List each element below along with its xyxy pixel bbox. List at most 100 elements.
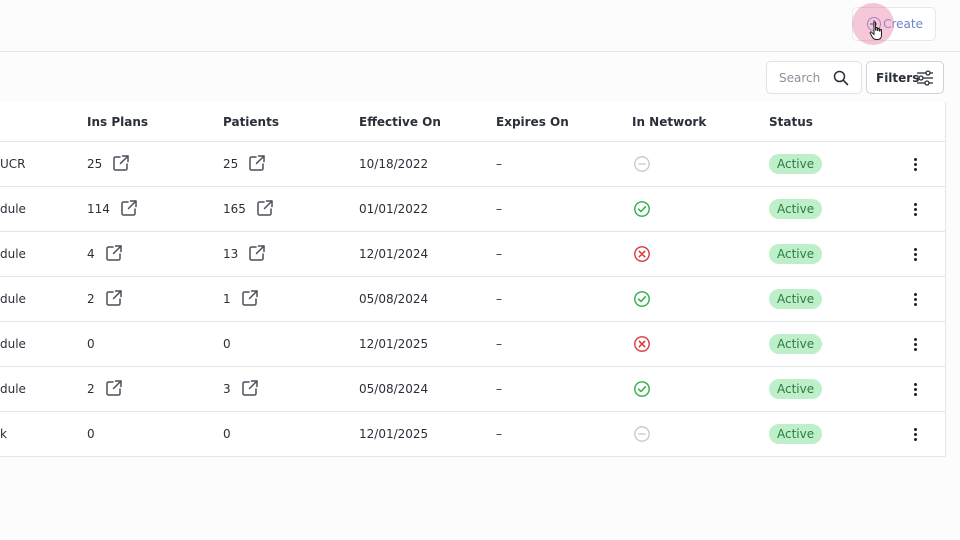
row-patients: 0: [223, 412, 231, 456]
row-actions[interactable]: [907, 412, 923, 456]
row-name: k: [0, 412, 7, 456]
col-patients[interactable]: Patients: [223, 102, 279, 141]
external-link-icon[interactable]: [105, 379, 123, 400]
row-name-text: UCR: [0, 157, 26, 171]
external-link-icon[interactable]: [112, 154, 130, 175]
status-badge: Active: [769, 244, 823, 264]
patients-count: 0: [223, 427, 231, 441]
ins-plans-count: 2: [87, 382, 95, 396]
row-ins-plans: 2: [87, 277, 123, 321]
row-name-text: dule: [0, 292, 26, 306]
more-vertical-icon[interactable]: [913, 337, 917, 351]
row-actions[interactable]: [907, 277, 923, 321]
more-vertical-icon[interactable]: [913, 247, 917, 261]
row-name-text: dule: [0, 337, 26, 351]
external-link-icon[interactable]: [248, 154, 266, 175]
row-name: dule: [0, 322, 26, 366]
row-status: Active: [769, 412, 823, 456]
col-ins-plans[interactable]: Ins Plans: [87, 102, 148, 141]
external-link-icon[interactable]: [241, 289, 259, 310]
more-vertical-icon[interactable]: [913, 382, 917, 396]
row-actions[interactable]: [907, 322, 923, 366]
row-status: Active: [769, 322, 823, 366]
status-badge: Active: [769, 199, 823, 219]
external-link-icon[interactable]: [120, 199, 138, 220]
row-expires-on: –: [496, 427, 502, 441]
row-actions[interactable]: [907, 367, 923, 411]
row-ins-plans: 114: [87, 187, 138, 231]
status-badge: Active: [769, 379, 823, 399]
col-effective-on[interactable]: Effective On: [359, 102, 441, 141]
row-expires-on: –: [496, 202, 502, 216]
row-ins-plans: 0: [87, 322, 95, 366]
table-toolbar: Search Filters: [0, 52, 960, 102]
row-effective-on: 10/18/2022: [359, 157, 429, 171]
sliders-icon: [917, 70, 933, 86]
row-actions[interactable]: [907, 187, 923, 231]
create-button[interactable]: Create: [852, 7, 936, 41]
more-vertical-icon[interactable]: [913, 157, 917, 171]
table-row[interactable]: dule 114 165 01/01/2022 – Active: [0, 187, 945, 232]
status-badge: Active: [769, 154, 823, 174]
row-actions[interactable]: [907, 142, 923, 186]
fee-schedule-table: Ins Plans Patients Effective On Expires …: [0, 102, 946, 457]
table-row[interactable]: dule 2 3 05/08/2024 – Active: [0, 367, 945, 412]
row-effective-on: 12/01/2024: [359, 247, 429, 261]
minus-circle-icon: [634, 156, 650, 172]
row-patients: 3: [223, 367, 259, 411]
check-circle-icon: [634, 291, 650, 307]
row-in-network: [633, 277, 651, 321]
row-actions[interactable]: [907, 232, 923, 276]
row-name-text: dule: [0, 382, 26, 396]
more-vertical-icon[interactable]: [913, 292, 917, 306]
check-circle-icon: [634, 201, 650, 217]
status-badge: Active: [769, 334, 823, 354]
row-patients: 25: [223, 142, 266, 186]
patients-count: 13: [223, 247, 239, 261]
more-vertical-icon[interactable]: [913, 202, 917, 216]
table-row[interactable]: dule 0 0 12/01/2025 – Active: [0, 322, 945, 367]
table-row[interactable]: k 0 0 12/01/2025 – Active: [0, 412, 945, 457]
x-circle-icon: [634, 336, 650, 352]
minus-circle-icon: [634, 426, 650, 442]
row-effective-on: 05/08/2024: [359, 382, 429, 396]
row-effective-on: 12/01/2025: [359, 427, 429, 441]
col-status[interactable]: Status: [769, 102, 813, 141]
col-expires-on[interactable]: Expires On: [496, 102, 569, 141]
row-name: dule: [0, 187, 26, 231]
col-in-network[interactable]: In Network: [632, 102, 706, 141]
filters-label: Filters: [876, 70, 920, 85]
ins-plans-count: 4: [87, 247, 95, 261]
external-link-icon[interactable]: [256, 199, 274, 220]
row-name-text: dule: [0, 247, 26, 261]
patients-count: 3: [223, 382, 231, 396]
row-in-network: [633, 367, 651, 411]
row-expires-on: –: [496, 292, 502, 306]
row-patients: 13: [223, 232, 266, 276]
filters-button[interactable]: Filters: [866, 61, 944, 94]
more-vertical-icon[interactable]: [913, 427, 917, 441]
row-status: Active: [769, 187, 823, 231]
patients-count: 1: [223, 292, 231, 306]
check-circle-icon: [634, 381, 650, 397]
row-ins-plans: 0: [87, 412, 95, 456]
table-row[interactable]: UCR 25 25 10/18/2022 – Active: [0, 142, 945, 187]
row-ins-plans: 4: [87, 232, 123, 276]
row-patients: 0: [223, 322, 231, 366]
table-row[interactable]: dule 2 1 05/08/2024 – Active: [0, 277, 945, 322]
search-input[interactable]: Search: [766, 61, 862, 94]
external-link-icon[interactable]: [105, 244, 123, 265]
row-name-text: k: [0, 427, 7, 441]
table-row[interactable]: dule 4 13 12/01/2024 – Active: [0, 232, 945, 277]
external-link-icon[interactable]: [105, 289, 123, 310]
row-name: dule: [0, 232, 26, 276]
row-in-network: [633, 322, 651, 366]
row-effective-on: 05/08/2024: [359, 292, 429, 306]
row-expires-on: –: [496, 337, 502, 351]
external-link-icon[interactable]: [248, 244, 266, 265]
row-ins-plans: 2: [87, 367, 123, 411]
top-bar: Create: [0, 0, 960, 52]
row-expires-on: –: [496, 157, 502, 171]
row-effective-on: 01/01/2022: [359, 202, 429, 216]
external-link-icon[interactable]: [241, 379, 259, 400]
